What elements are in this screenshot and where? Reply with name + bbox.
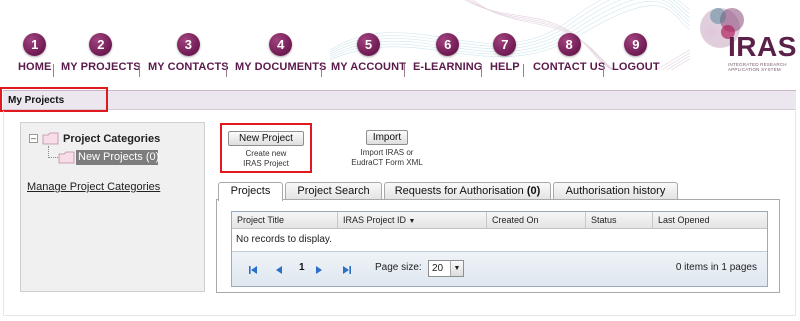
tab-project-search[interactable]: Project Search [285,182,382,200]
tab-projects[interactable]: Projects [218,182,283,201]
nav-separator [481,64,482,77]
nav-logout[interactable]: 9 LOGOUT [612,33,660,73]
caption-line: EudraCT Form XML [351,158,423,167]
nav-label: MY CONTACTS [148,61,229,73]
grid-empty-message: No records to display. [236,234,332,245]
nav-label: MY ACCOUNT [331,61,406,73]
nav-separator [321,64,322,77]
manage-categories-link[interactable]: Manage Project Categories [27,181,160,193]
nav-label: HOME [18,61,52,73]
nav-separator [139,64,140,77]
page-size-value: 20 [432,263,444,274]
col-project-title[interactable]: Project Title [232,212,338,229]
tab-count-badge: (0) [526,185,541,197]
col-last-opened[interactable]: Last Opened [653,212,767,229]
nav-number-badge: 7 [493,33,517,56]
nav-label: MY DOCUMENTS [235,61,327,73]
col-created-on[interactable]: Created On [487,212,586,229]
next-page-icon[interactable] [314,265,324,275]
last-page-icon[interactable] [342,265,352,275]
tab-label: Requests for Authorisation [394,185,524,197]
nav-separator [523,64,524,77]
tree-item-new-projects[interactable]: New Projects (0) [76,150,159,165]
nav-number-badge: 5 [356,33,380,56]
pager-info: 0 items in 1 pages [675,262,757,273]
projects-grid: Project Title IRAS Project ID ▼ Created … [231,211,768,287]
grid-header: Project Title IRAS Project ID ▼ Created … [232,212,767,229]
current-page-number[interactable]: 1 [299,262,305,273]
nav-label: HELP [490,61,520,73]
nav-label: MY PROJECTS [61,61,141,73]
page-title-bar: My Projects [3,90,796,110]
nav-label: LOGOUT [612,61,660,73]
folder-icon [58,151,75,164]
nav-number-badge: 9 [624,33,648,56]
nav-separator [603,64,604,77]
nav-help[interactable]: 7 HELP [490,33,520,73]
nav-e-learning[interactable]: 6 E-LEARNING [413,33,482,73]
nav-home[interactable]: 1 HOME [18,33,51,73]
sort-down-icon: ▼ [408,218,416,225]
grid-pager: 1 Page size: 20 ▼ 0 items in 1 pages [232,251,767,286]
page-size-label: Page size: [375,262,422,273]
nav-separator [404,64,405,77]
folder-icon [42,132,59,145]
highlight-box-title [0,87,108,112]
page-size-select[interactable]: 20 ▼ [428,260,464,277]
nav-number-badge: 2 [89,33,113,56]
caption-line: Import IRAS or [360,148,414,157]
nav-contact-us[interactable]: 8 CONTACT US [533,33,605,73]
first-page-icon[interactable] [248,265,258,275]
import-button[interactable]: Import [366,130,408,145]
nav-my-documents[interactable]: 4 MY DOCUMENTS [235,33,326,73]
nav-separator [53,64,54,77]
nav-label: E-LEARNING [413,61,483,73]
nav-number-badge: 4 [269,33,293,56]
highlight-box-new-project [220,123,312,173]
nav-separator [226,64,227,77]
chevron-down-icon: ▼ [450,261,463,276]
tree-root-label[interactable]: Project Categories [63,133,160,145]
logo-subtitle: Integrated Research Application System [728,62,787,72]
nav-number-badge: 8 [557,33,581,56]
nav-my-account[interactable]: 5 MY ACCOUNT [331,33,406,73]
tree-collapse-icon[interactable]: – [29,134,38,143]
site-header: 1 HOME 2 MY PROJECTS 3 MY CONTACTS 4 MY … [0,0,800,90]
prev-page-icon[interactable] [274,265,284,275]
tab-requests-for-authorisation[interactable]: Requests for Authorisation (0) [384,182,551,200]
nav-number-badge: 6 [436,33,460,56]
col-label: IRAS Project ID [343,215,407,225]
logo-text: IRAS [728,31,797,62]
col-status[interactable]: Status [586,212,653,229]
import-caption: Import IRAS or EudraCT Form XML [335,148,439,168]
nav-my-projects[interactable]: 2 MY PROJECTS [61,33,141,73]
tab-authorisation-history[interactable]: Authorisation history [553,182,678,200]
col-iras-project-id[interactable]: IRAS Project ID ▼ [338,212,487,229]
nav-label: CONTACT US [533,61,606,73]
nav-number-badge: 3 [176,33,200,56]
tree-connector [48,157,58,158]
nav-number-badge: 1 [23,33,47,56]
nav-my-contacts[interactable]: 3 MY CONTACTS [148,33,229,73]
